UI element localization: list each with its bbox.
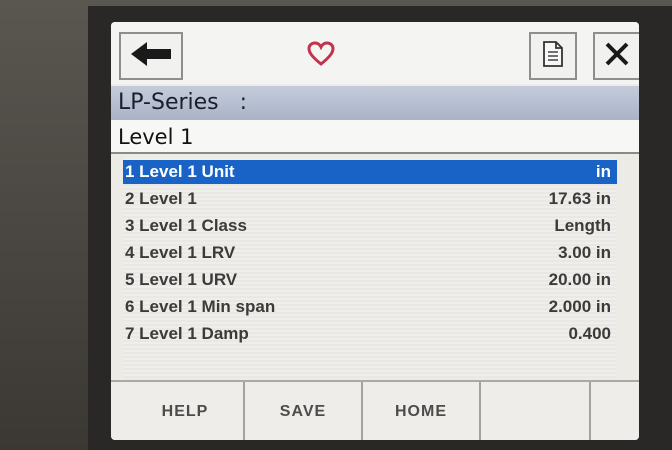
list-item-value: 20.00 in	[548, 270, 611, 289]
toolbar	[111, 22, 639, 84]
list-item-label: 1 Level 1 Unit	[125, 162, 235, 181]
list-item-value: 0.400	[568, 324, 611, 343]
close-icon	[603, 40, 631, 72]
favorite-button[interactable]	[289, 32, 353, 80]
list-item-label: 4 Level 1 LRV	[125, 243, 236, 262]
list-item[interactable]: 4 Level 1 LRV 3.00 in	[123, 241, 617, 265]
list-item[interactable]: 1 Level 1 Unit in	[123, 160, 617, 184]
list-item[interactable]: 5 Level 1 URV 20.00 in	[123, 268, 617, 292]
list-item[interactable]: 2 Level 1 17.63 in	[123, 187, 617, 211]
list-item-label: 3 Level 1 Class	[125, 216, 247, 235]
list-item-value: Length	[554, 216, 611, 235]
list-item-value: 17.63 in	[548, 189, 611, 208]
help-button[interactable]: HELP	[127, 382, 245, 440]
arrow-left-icon	[129, 41, 173, 71]
parameter-list: 1 Level 1 Unit in 2 Level 1 17.63 in 3 L…	[123, 158, 617, 378]
list-item-label: 6 Level 1 Min span	[125, 297, 276, 316]
save-button[interactable]: SAVE	[245, 382, 363, 440]
list-item-label: 7 Level 1 Damp	[125, 324, 249, 343]
empty-softkey-button[interactable]	[481, 382, 591, 440]
display-screen: LP-Series : Level 1 1 Level 1 Unit in 2 …	[111, 22, 639, 440]
list-item-value: 2.000 in	[548, 297, 611, 316]
list-item-label: 5 Level 1 URV	[125, 270, 238, 289]
document-button[interactable]	[529, 32, 577, 80]
list-item-value: 3.00 in	[558, 243, 611, 262]
list-item[interactable]: 6 Level 1 Min span 2.000 in	[123, 295, 617, 319]
close-button[interactable]	[593, 32, 639, 80]
page-title: Level 1	[111, 120, 639, 154]
heart-icon	[307, 41, 335, 71]
list-item-value: in	[595, 162, 611, 181]
home-button[interactable]: HOME	[363, 382, 481, 440]
device-name-bar: LP-Series :	[111, 86, 639, 120]
bottom-button-bar: HELP SAVE HOME	[111, 380, 639, 440]
list-item[interactable]: 3 Level 1 Class Length	[123, 214, 617, 238]
document-icon	[542, 40, 564, 72]
list-item-label: 2 Level 1	[125, 189, 197, 208]
list-item[interactable]: 7 Level 1 Damp 0.400	[123, 322, 617, 346]
back-button[interactable]	[119, 32, 183, 80]
